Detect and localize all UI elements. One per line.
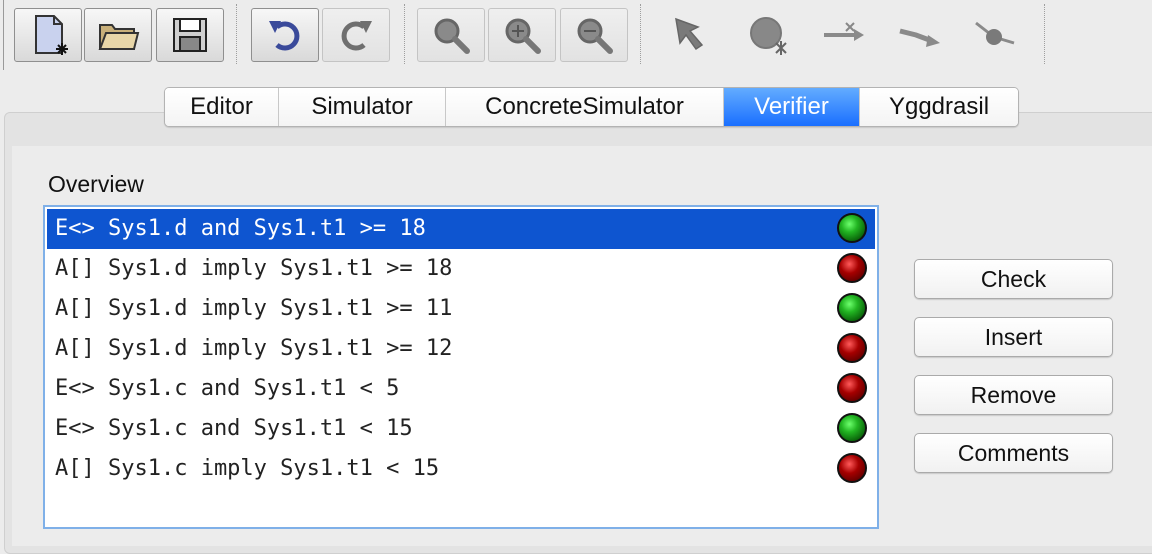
undo-button[interactable] [251,8,319,62]
tab-editor[interactable]: Editor [165,88,279,126]
status-red-icon [837,333,867,363]
tab-bar: Editor Simulator ConcreteSimulator Verif… [164,87,1019,127]
toolbar-separator [1044,4,1045,64]
zoom-in-icon [505,18,541,54]
query-text: E<> Sys1.d and Sys1.t1 >= 18 [55,216,426,241]
undo-icon [269,21,300,51]
add-edge-icon [824,22,864,41]
query-row[interactable]: A[] Sys1.d imply Sys1.t1 >= 11 [47,289,875,329]
new-document-button[interactable] [14,8,82,62]
zoom-in-button[interactable] [488,8,556,62]
query-text: A[] Sys1.d imply Sys1.t1 >= 12 [55,336,453,361]
open-folder-icon [98,24,140,50]
query-list[interactable]: E<> Sys1.d and Sys1.t1 >= 18 A[] Sys1.d … [43,205,879,529]
select-arrow-icon [675,17,704,51]
save-icon [173,18,207,52]
add-nail-button[interactable] [886,8,954,62]
tab-simulator[interactable]: Simulator [279,88,446,126]
tab-verifier[interactable]: Verifier [724,88,860,126]
toolbar-separator [404,4,405,64]
query-text: A[] Sys1.d imply Sys1.t1 >= 18 [55,256,453,281]
add-location-button[interactable] [734,8,802,62]
open-button[interactable] [84,8,152,62]
redo-icon [341,21,372,51]
select-tool-button[interactable] [656,8,724,62]
add-branchpoint-button[interactable] [960,8,1028,62]
query-row[interactable]: A[] Sys1.c imply Sys1.t1 < 15 [47,449,875,489]
add-location-icon [750,17,787,55]
toolbar [0,0,1152,70]
status-red-icon [837,253,867,283]
remove-button[interactable]: Remove [914,375,1113,415]
toolbar-edge [3,0,4,70]
tab-yggdrasil[interactable]: Yggdrasil [860,88,1018,126]
add-branchpoint-icon [975,21,1015,45]
query-row[interactable]: A[] Sys1.d imply Sys1.t1 >= 12 [47,329,875,369]
status-red-icon [837,373,867,403]
query-text: E<> Sys1.c and Sys1.t1 < 15 [55,416,413,441]
overview-label: Overview [48,171,144,197]
status-green-icon [837,213,867,243]
query-text: A[] Sys1.d imply Sys1.t1 >= 11 [55,296,453,321]
query-row[interactable]: A[] Sys1.d imply Sys1.t1 >= 18 [47,249,875,289]
tab-concrete-simulator[interactable]: ConcreteSimulator [446,88,724,126]
new-document-icon [35,15,68,55]
status-green-icon [837,293,867,323]
insert-button[interactable]: Insert [914,317,1113,357]
redo-button[interactable] [322,8,390,62]
zoom-icon [434,18,470,54]
query-row[interactable]: E<> Sys1.d and Sys1.t1 >= 18 [47,209,875,249]
add-nail-icon [899,28,940,47]
toolbar-separator [640,4,641,64]
query-text: E<> Sys1.c and Sys1.t1 < 5 [55,376,400,401]
query-row[interactable]: E<> Sys1.c and Sys1.t1 < 15 [47,409,875,449]
toolbar-separator [236,4,237,64]
query-row[interactable]: E<> Sys1.c and Sys1.t1 < 5 [47,369,875,409]
save-button[interactable] [156,8,224,62]
query-text: A[] Sys1.c imply Sys1.t1 < 15 [55,456,440,481]
comments-button[interactable]: Comments [914,433,1113,473]
status-red-icon [837,453,867,483]
add-edge-button[interactable] [810,8,878,62]
zoom-button[interactable] [417,8,485,62]
check-button[interactable]: Check [914,259,1113,299]
zoom-out-button[interactable] [560,8,628,62]
zoom-out-icon [577,18,613,54]
status-green-icon [837,413,867,443]
